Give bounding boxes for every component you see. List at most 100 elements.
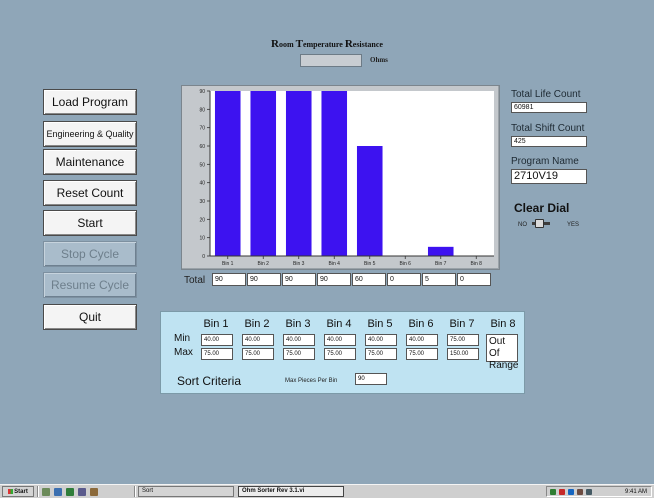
bin-count-chart: 0 10 20 30 40 50 60 70 80 90 Bin 1 Bin 2 Bin 3 Bin 4 B… [181,85,500,270]
sort-criteria-title: Sort Criteria [177,374,242,388]
clear-dial-label: Clear Dial [514,201,570,215]
reset-count-button[interactable]: Reset Count [43,180,137,206]
taskbar-item-ohm-sorter[interactable]: Ohm Sorter Rev 3.1.vi [238,486,344,497]
bin-header: Bin 4 [326,318,352,330]
tray-monitor-icon[interactable] [577,489,583,495]
total-bin8: 0 [457,273,491,286]
app-icon[interactable] [90,488,98,496]
total-shift-count-field: 425 [511,136,587,147]
total-bin4: 90 [317,273,351,286]
bin4-max-field[interactable]: 75.00 [324,348,356,360]
taskbar-item-sort[interactable]: Sort [138,486,234,497]
bar-7 [427,246,454,256]
resistance-readout [300,54,362,67]
bar-5 [356,146,383,256]
y-tick-label: 50 [199,162,205,168]
clear-dial-yes-label: YES [567,222,580,228]
max-row-label: Max [174,347,193,358]
tray-antivirus-icon[interactable] [559,489,565,495]
bin-header: Bin 6 [408,318,434,330]
y-tick-label: 0 [202,254,205,260]
sort-criteria-panel: Bin 1 Bin 2 Bin 3 Bin 4 Bin 5 Bin 6 Bin … [160,311,525,394]
y-tick-label: 30 [199,199,205,205]
total-bin2: 90 [247,273,281,286]
bar-2 [250,91,277,256]
bin-header: Bin 3 [285,318,311,330]
bin3-max-field[interactable]: 75.00 [283,348,315,360]
bin5-min-field[interactable]: 40.00 [365,334,397,346]
bin-header: Bin 7 [449,318,475,330]
bin2-max-field[interactable]: 75.00 [242,348,274,360]
bin4-min-field[interactable]: 40.00 [324,334,356,346]
y-tick-label: 90 [199,89,205,95]
bin8-out-of-range-label: Out Of Range [486,334,518,371]
total-bin7: 5 [422,273,456,286]
bin2-min-field[interactable]: 40.00 [242,334,274,346]
clear-dial-no-label: NO [518,222,527,228]
desktop-icon[interactable] [42,488,50,496]
x-tick-label: Bin 8 [471,261,483,267]
stop-cycle-button[interactable]: Stop Cycle [43,241,137,267]
taskbar: Start Sort Ohm Sorter Rev 3.1.vi 9:41 AM [0,484,654,498]
max-pieces-field[interactable]: 90 [355,373,387,385]
total-life-count-label: Total Life Count [511,89,581,100]
maintenance-button[interactable]: Maintenance [43,149,137,175]
bin3-min-field[interactable]: 40.00 [283,334,315,346]
explorer-icon[interactable] [66,488,74,496]
quit-button[interactable]: Quit [43,304,137,330]
start-button[interactable]: Start [43,210,137,236]
bin7-max-field[interactable]: 150.00 [447,348,479,360]
bin5-max-field[interactable]: 75.00 [365,348,397,360]
max-pieces-label: Max Pieces Per Bin [285,378,338,384]
bar-1 [214,91,241,256]
browser-icon[interactable] [54,488,62,496]
start-menu-button[interactable]: Start [2,486,34,497]
y-tick-label: 80 [199,107,205,113]
total-shift-count-label: Total Shift Count [511,123,585,134]
bin-header: Bin 2 [244,318,270,330]
bin-header: Bin 1 [203,318,229,330]
bin7-min-field[interactable]: 75.00 [447,334,479,346]
window-title: Room Temperature Resistance [0,38,654,50]
x-tick-label: Bin 5 [364,261,376,267]
total-bin1: 90 [212,273,246,286]
bin6-max-field[interactable]: 75.00 [406,348,438,360]
program-name-field[interactable]: 2710V19 [511,169,587,184]
clear-dial-switch[interactable] [532,219,550,228]
bar-4 [321,91,348,256]
x-tick-label: Bin 4 [329,261,341,267]
taskbar-separator [37,486,39,497]
title-word: Temperature [295,38,345,50]
resistance-unit: Ohms [370,56,388,64]
engineering-quality-button[interactable]: Engineering & Quality [43,121,137,147]
y-tick-label: 20 [199,217,205,223]
bin1-min-field[interactable]: 40.00 [201,334,233,346]
system-tray: 9:41 AM [546,486,652,497]
x-tick-label: Bin 6 [400,261,412,267]
resume-cycle-button[interactable]: Resume Cycle [43,272,137,298]
total-label: Total [184,275,206,286]
y-tick-label: 70 [199,126,205,132]
bin-header: Bin 5 [367,318,393,330]
bin-header: Bin 8 [490,318,516,330]
load-program-button[interactable]: Load Program [43,89,137,115]
x-tick-label: Bin 3 [293,261,305,267]
taskbar-separator [134,486,136,497]
y-tick-label: 10 [199,236,205,242]
switch-knob[interactable] [535,219,544,228]
bin1-max-field[interactable]: 75.00 [201,348,233,360]
mail-icon[interactable] [78,488,86,496]
total-life-count-field: 60981 [511,102,587,113]
taskbar-clock: 9:41 AM [624,489,647,495]
title-word: Resistance [344,38,383,50]
x-tick-label: Bin 2 [258,261,270,267]
total-bin3: 90 [282,273,316,286]
program-name-label: Program Name [511,156,579,167]
tray-network-icon[interactable] [550,489,556,495]
title-word: Room [271,38,296,50]
x-tick-label: Bin 1 [222,261,234,267]
tray-volume-icon[interactable] [586,489,592,495]
bin6-min-field[interactable]: 40.00 [406,334,438,346]
tray-update-icon[interactable] [568,489,574,495]
total-bin6: 0 [387,273,421,286]
